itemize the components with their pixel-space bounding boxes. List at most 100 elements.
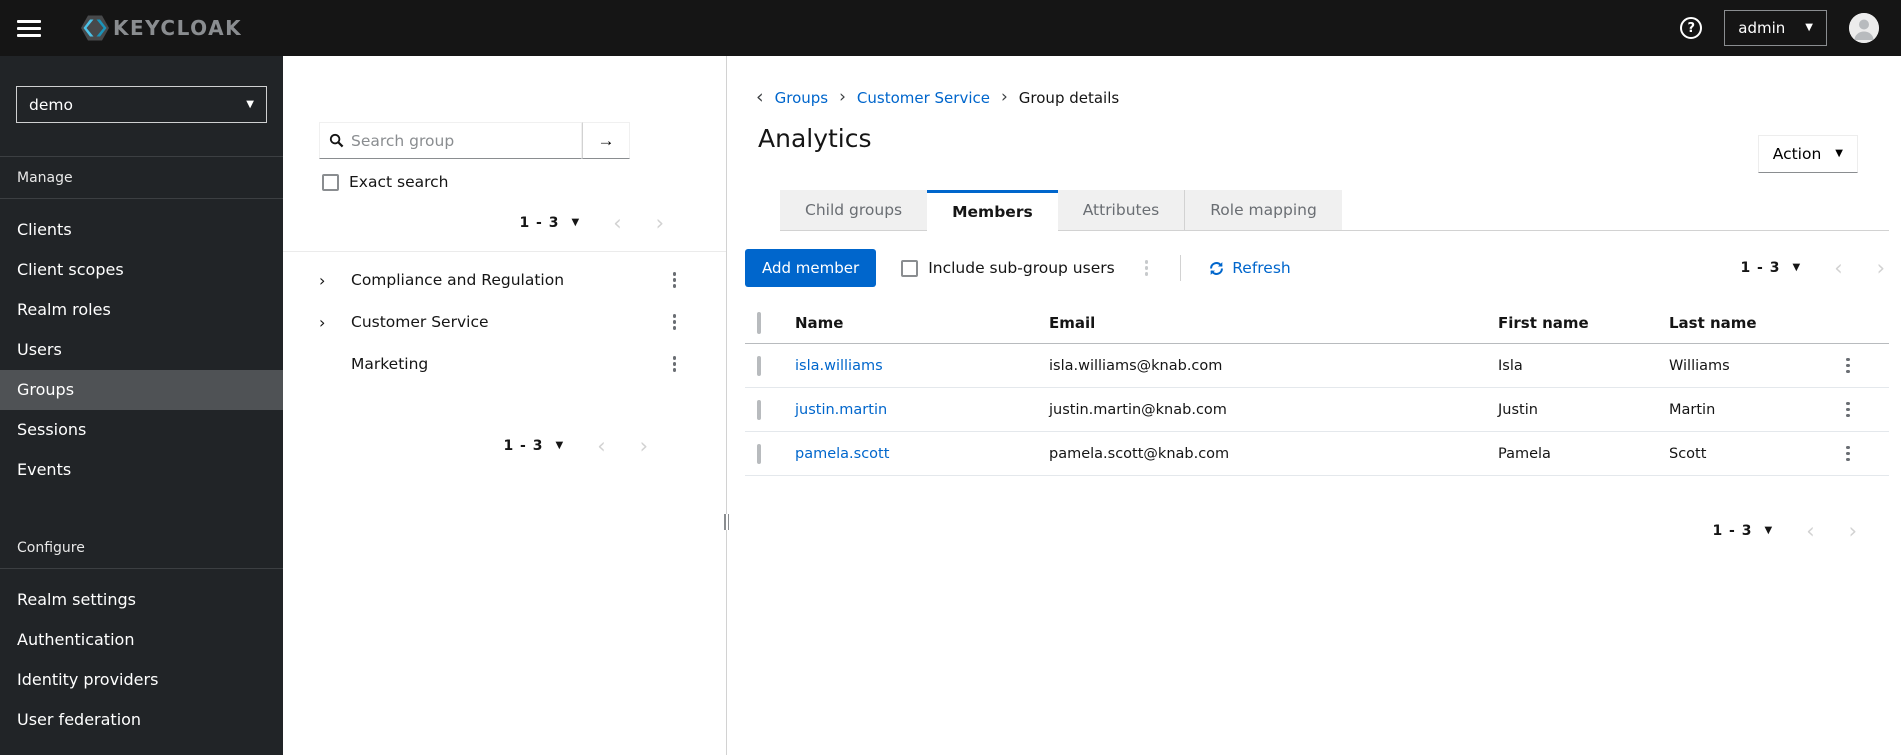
realm-selector-value: demo (29, 95, 73, 114)
group-tree-item-label[interactable]: Customer Service (351, 313, 489, 331)
breadcrumb-back-icon[interactable]: ‹ (756, 88, 764, 107)
tree-pagination-top: 1 - 3 ▼ ‹ › (283, 208, 726, 238)
group-tree-item[interactable]: › Customer Service (283, 301, 726, 343)
refresh-button[interactable]: Refresh (1209, 259, 1291, 277)
user-menu-dropdown[interactable]: admin ▼ (1724, 10, 1827, 46)
refresh-label: Refresh (1232, 259, 1291, 277)
member-name-link[interactable]: isla.williams (795, 358, 883, 374)
tab-attributes[interactable]: Attributes (1057, 190, 1185, 231)
members-toolbar: Add member Include sub-group users Refre… (735, 246, 1901, 290)
table-row: pamela.scott pamela.scott@knab.com Pamel… (745, 431, 1889, 476)
sidebar-item-realm-roles[interactable]: Realm roles (0, 290, 283, 330)
sidebar-item-user-federation[interactable]: User federation (0, 700, 283, 740)
action-dropdown-button[interactable]: Action ▼ (1757, 135, 1858, 173)
member-name-link[interactable]: justin.martin (795, 402, 887, 418)
kebab-menu-icon[interactable] (669, 268, 681, 292)
chevron-down-icon[interactable]: ▼ (1764, 526, 1772, 536)
realm-selector[interactable]: demo ▼ (16, 86, 267, 123)
kebab-menu-icon[interactable] (1842, 398, 1877, 422)
kebab-menu-icon[interactable] (669, 352, 681, 376)
previous-page-icon[interactable]: ‹ (613, 212, 621, 234)
chevron-down-icon: ▼ (246, 98, 254, 110)
breadcrumb-separator-icon: › (1000, 87, 1008, 107)
group-tree-item-label[interactable]: Marketing (351, 355, 428, 373)
breadcrumb-link-customer-service[interactable]: Customer Service (857, 89, 990, 107)
pagination-range: 1 - 3 (503, 438, 544, 454)
breadcrumb-link-groups[interactable]: Groups (775, 89, 828, 107)
previous-page-icon[interactable]: ‹ (1806, 520, 1814, 542)
table-header-row: Name Email First name Last name (745, 305, 1889, 344)
sidebar-item-identity-providers[interactable]: Identity providers (0, 660, 283, 700)
page-title: Analytics (758, 124, 872, 153)
kebab-menu-icon[interactable] (1842, 442, 1877, 466)
sidebar-item-groups[interactable]: Groups (0, 370, 283, 410)
kebab-menu-icon[interactable] (1842, 354, 1877, 378)
tab-role-mapping[interactable]: Role mapping (1184, 190, 1342, 231)
chevron-down-icon[interactable]: ▼ (1792, 263, 1800, 273)
next-page-icon[interactable]: › (1849, 520, 1857, 542)
app-header: KEYCLOAK ? admin ▼ (0, 0, 1901, 56)
breadcrumb-separator-icon: › (839, 87, 846, 107)
nav-section-configure: Configure (0, 527, 283, 569)
member-last-name: Williams (1657, 343, 1830, 388)
avatar[interactable] (1849, 13, 1879, 43)
row-checkbox[interactable] (757, 355, 761, 376)
member-email: pamela.scott@knab.com (1037, 431, 1486, 476)
chevron-down-icon[interactable]: ▼ (571, 218, 579, 228)
group-search-input[interactable] (351, 131, 581, 150)
group-tree-item[interactable]: › Compliance and Regulation (283, 259, 726, 301)
pagination-range: 1 - 3 (1712, 523, 1753, 539)
nav-section-manage: Manage (0, 157, 283, 199)
members-pagination-top: 1 - 3 ▼ ‹ › (1740, 253, 1901, 283)
refresh-icon (1210, 261, 1224, 275)
kebab-menu-icon[interactable] (669, 310, 681, 334)
members-table: Name Email First name Last name isla.wil… (745, 305, 1889, 476)
member-first-name: Justin (1486, 387, 1657, 432)
exact-search-label: Exact search (349, 173, 449, 191)
member-name-link[interactable]: pamela.scott (795, 446, 889, 462)
keycloak-logo: KEYCLOAK (71, 10, 241, 46)
previous-page-icon[interactable]: ‹ (597, 435, 605, 457)
next-page-icon[interactable]: › (1877, 257, 1885, 279)
members-pagination-bottom: 1 - 3 ▼ ‹ › (735, 516, 1901, 546)
group-tree-item-label[interactable]: Compliance and Regulation (351, 271, 564, 289)
member-email: justin.martin@knab.com (1037, 387, 1486, 432)
breadcrumb: ‹ Groups › Customer Service › Group deta… (756, 88, 1901, 107)
brand-text: KEYCLOAK (113, 16, 241, 40)
column-header-first-name: First name (1486, 305, 1657, 344)
chevron-right-icon[interactable]: › (319, 313, 341, 332)
group-details-main: ‹ Groups › Customer Service › Group deta… (735, 56, 1901, 755)
kebab-menu-icon[interactable] (1141, 256, 1153, 280)
include-subgroups-checkbox[interactable] (901, 259, 919, 277)
panel-resize-handle[interactable] (722, 514, 731, 530)
next-page-icon[interactable]: › (656, 212, 664, 234)
next-page-icon[interactable]: › (640, 435, 648, 457)
sidebar-item-events[interactable]: Events (0, 450, 283, 490)
tab-members[interactable]: Members (927, 190, 1058, 231)
user-menu-label: admin (1738, 19, 1786, 37)
sidebar-item-users[interactable]: Users (0, 330, 283, 370)
previous-page-icon[interactable]: ‹ (1834, 257, 1842, 279)
group-tree-item[interactable]: Marketing (283, 343, 726, 385)
search-submit-button[interactable]: → (582, 122, 630, 159)
sidebar-item-sessions[interactable]: Sessions (0, 410, 283, 450)
column-header-email: Email (1037, 305, 1486, 344)
tab-child-groups[interactable]: Child groups (780, 190, 928, 231)
sidebar-item-clients[interactable]: Clients (0, 210, 283, 250)
chevron-down-icon[interactable]: ▼ (555, 441, 563, 451)
select-all-checkbox[interactable] (757, 312, 761, 334)
arrow-right-icon: → (597, 130, 615, 150)
member-first-name: Isla (1486, 343, 1657, 388)
sidebar-item-realm-settings[interactable]: Realm settings (0, 580, 283, 620)
row-checkbox[interactable] (757, 399, 761, 420)
add-member-button[interactable]: Add member (745, 249, 877, 287)
chevron-right-icon[interactable]: › (319, 271, 341, 290)
member-last-name: Martin (1657, 387, 1830, 432)
help-icon[interactable]: ? (1680, 17, 1703, 39)
sidebar-item-client-scopes[interactable]: Client scopes (0, 250, 283, 290)
sidebar-item-authentication[interactable]: Authentication (0, 620, 283, 660)
row-checkbox[interactable] (757, 443, 761, 464)
nav-toggle-icon[interactable] (17, 19, 41, 37)
toolbar-divider (1180, 255, 1182, 281)
exact-search-checkbox[interactable] (322, 173, 339, 191)
